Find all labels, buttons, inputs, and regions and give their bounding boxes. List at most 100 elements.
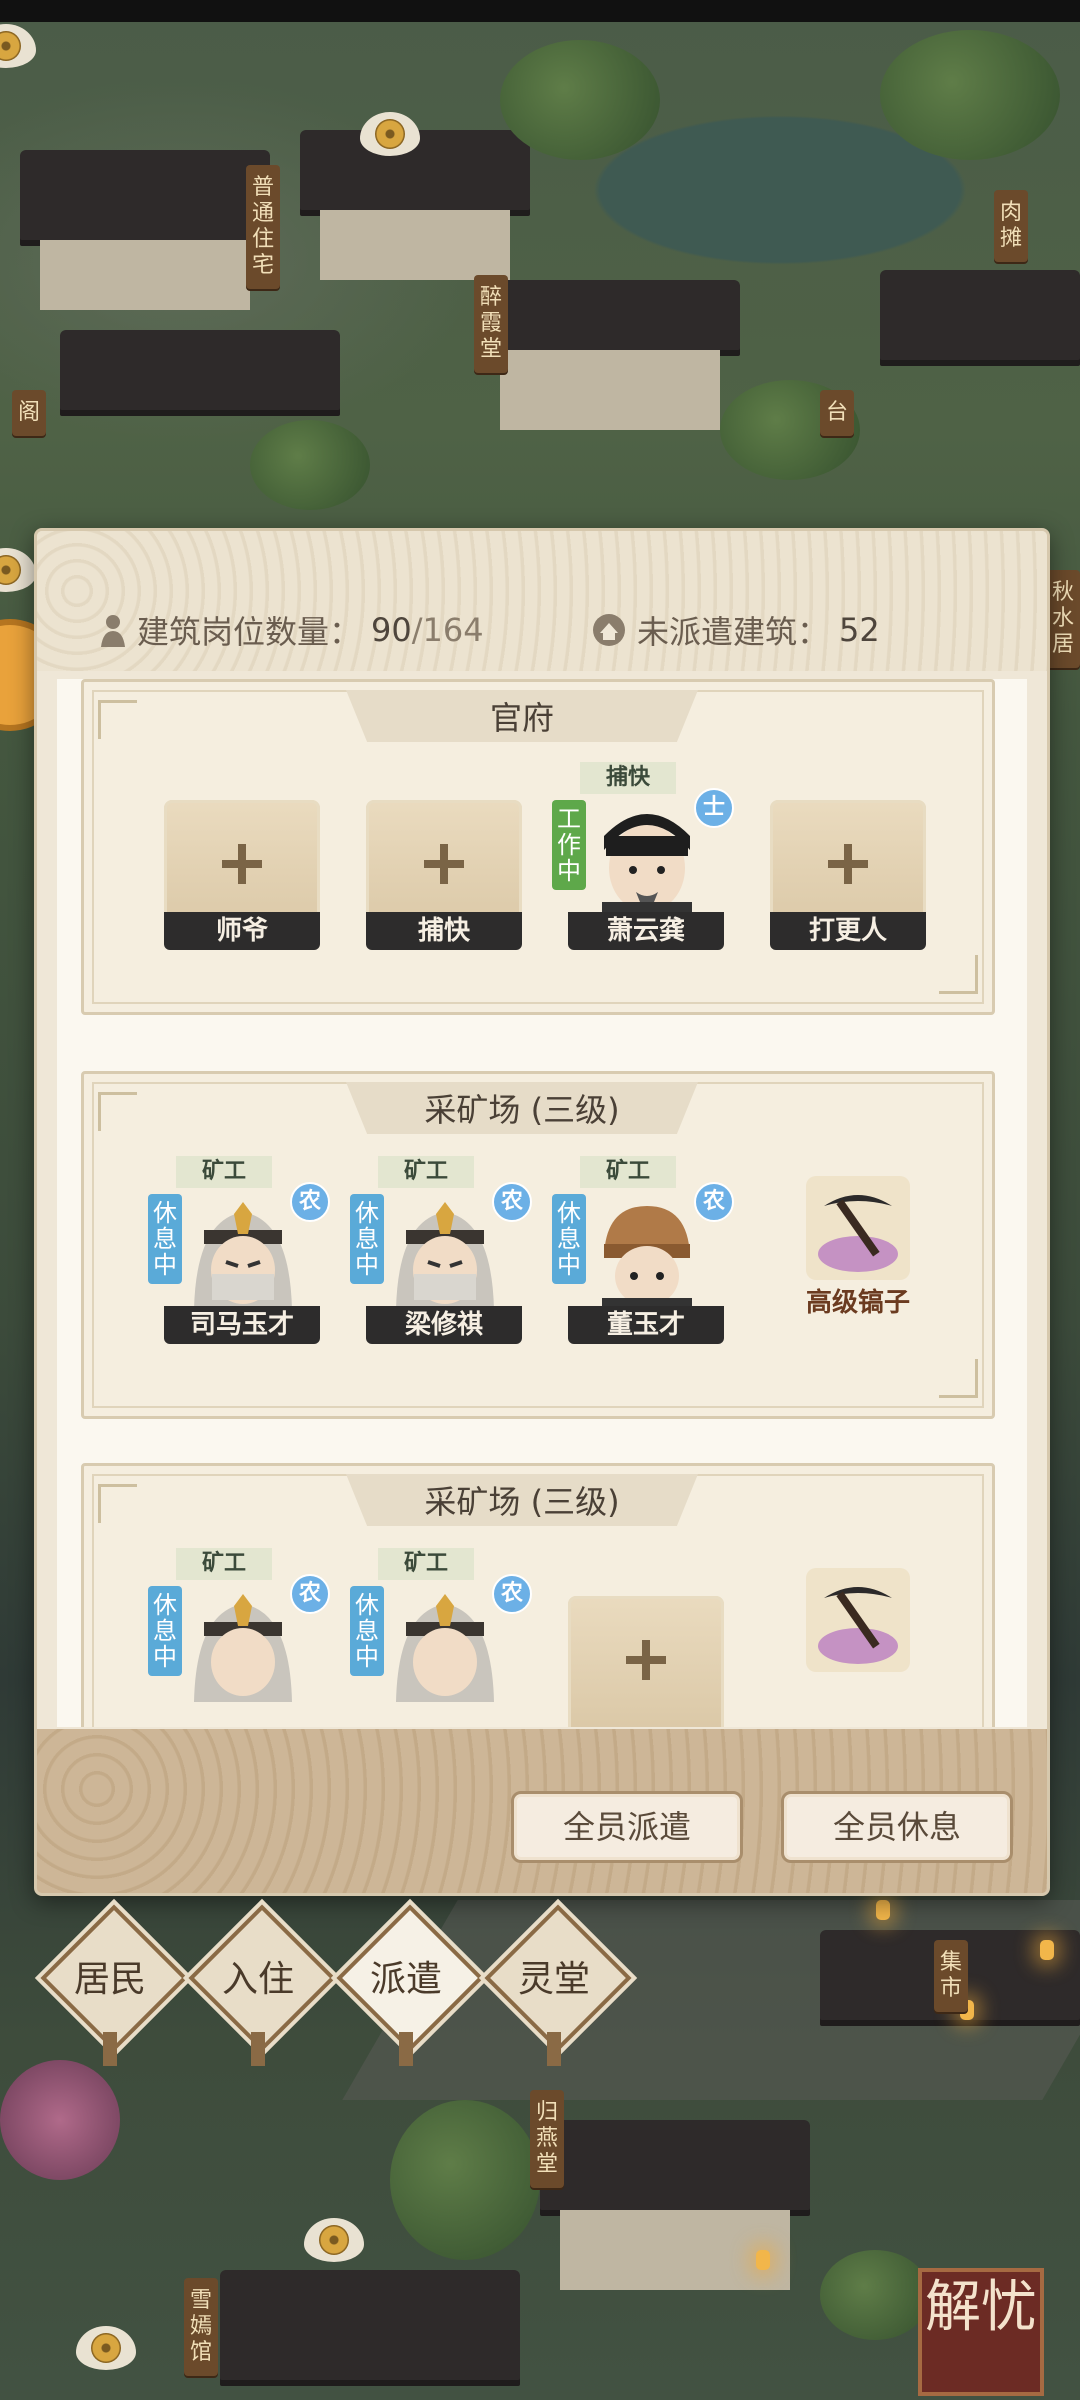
unassigned-buildings-stat: 未派遣建筑： 52	[591, 607, 880, 653]
sign-text: 阁	[17, 400, 40, 425]
post-slot-constable[interactable]: 捕快	[366, 800, 522, 950]
tree	[250, 420, 370, 510]
tool-label: 高级镐子	[805, 1288, 910, 1318]
building-icon	[593, 614, 625, 646]
post-slot-miner[interactable]: 矿工 休息中 农 梁修祺	[350, 1156, 532, 1344]
job-tag: 矿工	[176, 1156, 272, 1188]
sign-meat-stall[interactable]: 肉摊	[994, 190, 1028, 262]
building-wall	[320, 210, 510, 280]
posts-label: 建筑岗位数量：	[137, 613, 362, 651]
building-roof	[20, 150, 270, 240]
building-roof	[60, 330, 340, 410]
coin-icon[interactable]	[360, 112, 420, 156]
menu-tassel	[547, 2032, 561, 2066]
building-wall	[500, 350, 720, 430]
resident-name: 董玉才	[568, 1306, 724, 1344]
sign-guiyan-hall[interactable]: 归燕堂	[530, 2090, 564, 2188]
building-roof	[220, 2270, 520, 2380]
lantern	[1040, 1940, 1054, 1960]
resident-portrait	[194, 1594, 292, 1702]
status-bar	[0, 0, 1080, 22]
sign-qiushui-residence[interactable]: 秋水居	[1046, 570, 1080, 668]
menu-move-in[interactable]: 入住	[188, 1904, 336, 2066]
building-list[interactable]: 官府 师爷 捕快 捕快 工作中 士 萧云龚 打更人 采矿场 (三级) 矿工 休息…	[57, 679, 1027, 1727]
sign-xueyan-house[interactable]: 雪嫣馆	[184, 2278, 218, 2376]
sign-text: 台	[825, 400, 848, 425]
menu-label: 灵堂	[517, 1959, 590, 2000]
post-slot-miner[interactable]: 矿工 休息中 农	[148, 1548, 330, 1727]
menu-tassel	[251, 2032, 265, 2066]
lantern	[756, 2250, 770, 2270]
building-title: 官府	[346, 690, 698, 742]
menu-memorial-hall[interactable]: 灵堂	[484, 1904, 632, 2066]
coin-icon[interactable]	[0, 548, 36, 592]
sign-zuixia-hall[interactable]: 醉霞堂	[474, 275, 508, 373]
tree	[880, 30, 1060, 160]
building-wall	[560, 2210, 790, 2290]
sign-text: 归燕堂	[535, 2100, 558, 2177]
building-title: 采矿场 (三级)	[346, 1474, 698, 1526]
post-slot-miner[interactable]: 矿工 休息中 农 司马玉才	[148, 1156, 330, 1344]
posts-total: /164	[411, 611, 484, 649]
sign-text: 秋水居	[1051, 580, 1074, 657]
panel-header: 建筑岗位数量： 90/164 未派遣建筑： 52	[37, 531, 1047, 671]
post-slot-assigned-resident[interactable]: 捕快 工作中 士 萧云龚	[552, 762, 734, 950]
sign-ordinary-residence[interactable]: 普通住宅	[246, 165, 280, 289]
unassigned-value: 52	[839, 611, 880, 649]
slot-label: 捕快	[366, 912, 522, 950]
post-slot-miner[interactable]: 矿工 休息中 农	[350, 1548, 532, 1727]
add-icon	[222, 844, 262, 884]
post-slot-empty[interactable]	[568, 1596, 724, 1727]
resting-status-tag: 休息中	[350, 1194, 384, 1284]
coin-icon[interactable]	[304, 2218, 364, 2262]
post-slot-night-watchman[interactable]: 打更人	[770, 800, 926, 950]
sign-terrace[interactable]: 台	[820, 390, 854, 436]
menu-tassel	[103, 2032, 117, 2066]
class-badge: 农	[492, 1182, 532, 1222]
building-posts-stat: 建筑岗位数量： 90/164	[99, 607, 484, 653]
resident-name: 梁修祺	[366, 1306, 522, 1344]
resting-status-tag: 休息中	[552, 1194, 586, 1284]
menu-tassel	[399, 2032, 413, 2066]
building-title: 采矿场 (三级)	[346, 1082, 698, 1134]
job-tag: 矿工	[176, 1548, 272, 1580]
dispatch-all-button[interactable]: 全员派遣	[511, 1791, 743, 1863]
class-badge: 农	[290, 1182, 330, 1222]
add-icon	[626, 1640, 666, 1680]
rest-all-button[interactable]: 全员休息	[781, 1791, 1013, 1863]
pickaxe-icon[interactable]	[806, 1176, 910, 1280]
menu-label: 派遣	[369, 1959, 442, 2000]
jieyou-button[interactable]: 解忧	[918, 2268, 1044, 2396]
menu-label: 居民	[73, 1959, 146, 2000]
resident-name: 萧云龚	[568, 912, 724, 950]
post-slot-miner[interactable]: 矿工 休息中 农 董玉才	[552, 1156, 734, 1344]
add-icon	[828, 844, 868, 884]
add-icon	[424, 844, 464, 884]
blossom-tree	[0, 2060, 120, 2180]
posts-value: 90	[371, 611, 412, 649]
unassigned-label: 未派遣建筑：	[637, 613, 830, 651]
class-badge: 士	[694, 788, 734, 828]
menu-dispatch[interactable]: 派遣	[336, 1904, 484, 2066]
pickaxe-icon[interactable]	[806, 1568, 910, 1672]
building-wall	[40, 240, 250, 310]
post-slot-advisor[interactable]: 师爷	[164, 800, 320, 950]
resting-status-tag: 休息中	[148, 1586, 182, 1676]
job-tag: 矿工	[580, 1156, 676, 1188]
corner-ornament	[98, 700, 137, 739]
sign-market[interactable]: 集市	[934, 1940, 968, 2012]
sign-pavilion[interactable]: 阁	[12, 390, 46, 436]
sign-text: 醉霞堂	[479, 285, 502, 362]
building-card-mine: 采矿场 (三级) 矿工 休息中 农 矿工 休息中 农	[81, 1463, 995, 1727]
job-tag: 矿工	[378, 1548, 474, 1580]
coin-icon[interactable]	[76, 2326, 136, 2370]
building-card-mine: 采矿场 (三级) 矿工 休息中 农 司马玉才 矿工 休息中 农 梁修祺 矿工 休…	[81, 1071, 995, 1419]
lantern	[876, 1900, 890, 1920]
building-roof	[480, 280, 740, 350]
resident-portrait	[194, 1202, 292, 1310]
tree	[500, 40, 660, 160]
coin-icon[interactable]	[0, 24, 36, 68]
working-status-tag: 工作中	[552, 800, 586, 890]
willow-tree	[390, 2100, 540, 2260]
menu-residents[interactable]: 居民	[40, 1904, 188, 2066]
